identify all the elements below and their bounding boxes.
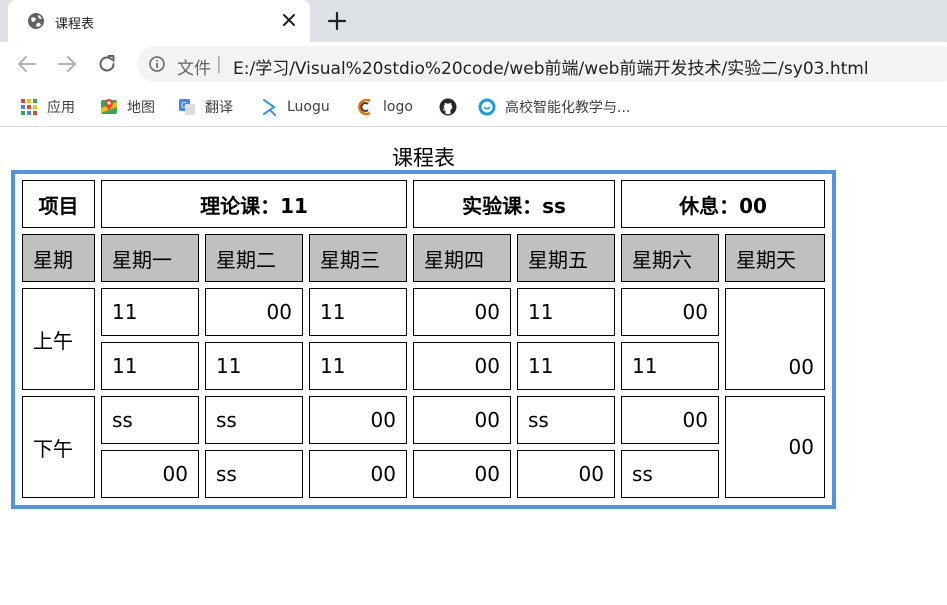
globe-icon bbox=[28, 13, 44, 29]
schedule-cell: ss bbox=[205, 450, 303, 498]
page-title: 课程表 bbox=[392, 146, 455, 170]
reload-icon[interactable] bbox=[96, 53, 118, 75]
page-content: 课程表 项目 理论课：11 实验课：ss 休息：00 星期 星期一 星期二 星期… bbox=[0, 128, 947, 605]
address-separator: | bbox=[216, 54, 222, 74]
schedule-cell: 11 bbox=[309, 288, 407, 336]
schedule-cell: 00 bbox=[205, 288, 303, 336]
translate-icon: G bbox=[179, 99, 195, 115]
bookmark-label: logo bbox=[383, 99, 413, 115]
logo-icon bbox=[358, 98, 371, 116]
schedule-table: 项目 理论课：11 实验课：ss 休息：00 星期 星期一 星期二 星期三 星期… bbox=[11, 170, 836, 509]
morning-label-cell: 上午 bbox=[22, 288, 95, 390]
schedule-cell: 00 bbox=[413, 450, 511, 498]
header-lab-cell: 实验课：ss bbox=[413, 180, 615, 228]
schedule-cell: 11 bbox=[517, 342, 615, 390]
weekday-cell: 星期二 bbox=[205, 234, 303, 282]
apps-grid-icon bbox=[21, 99, 37, 115]
weekday-cell: 星期一 bbox=[101, 234, 199, 282]
bookmark-translate[interactable]: G 翻译 bbox=[178, 96, 233, 118]
schedule-cell: 00 bbox=[309, 450, 407, 498]
afternoon-label-cell: 下午 bbox=[22, 396, 95, 498]
tab-strip: 课程表 bbox=[0, 0, 947, 42]
bookmark-maps[interactable]: 地图 bbox=[100, 96, 155, 118]
schedule-cell: 00 bbox=[517, 450, 615, 498]
schedule-cell: 00 bbox=[413, 288, 511, 336]
schedule-cell: 00 bbox=[413, 342, 511, 390]
schedule-cell: ss bbox=[621, 450, 719, 498]
info-icon[interactable] bbox=[149, 56, 165, 72]
forward-arrow-icon[interactable] bbox=[56, 53, 78, 75]
security-label: 文件 bbox=[177, 59, 211, 79]
schedule-cell: 11 bbox=[101, 288, 199, 336]
schedule-cell: 11 bbox=[517, 288, 615, 336]
close-icon[interactable] bbox=[280, 11, 298, 29]
github-icon bbox=[439, 98, 457, 116]
schedule-cell: 11 bbox=[621, 342, 719, 390]
weekday-cell: 星期六 bbox=[621, 234, 719, 282]
header-theory-cell: 理论课：11 bbox=[101, 180, 407, 228]
weekday-cell: 星期四 bbox=[413, 234, 511, 282]
bookmark-label: 地图 bbox=[127, 100, 155, 116]
bookmark-label: Luogu bbox=[287, 99, 330, 115]
header-rest-cell: 休息：00 bbox=[621, 180, 825, 228]
header-item-cell: 项目 bbox=[22, 180, 95, 228]
bookmarks-bar: 应用 地图 G 翻译 Luogu logo 高校智能化教学与... bbox=[0, 87, 947, 127]
bookmark-apps[interactable]: 应用 bbox=[20, 96, 75, 118]
bookmark-label: 应用 bbox=[47, 100, 75, 116]
schedule-cell: 11 bbox=[309, 342, 407, 390]
back-arrow-icon[interactable] bbox=[16, 53, 38, 75]
address-bar[interactable]: 文件 | E:/学习/Visual%20stdio%20code/web前端/w… bbox=[137, 46, 947, 82]
weekday-label-cell: 星期 bbox=[22, 234, 95, 282]
bookmark-label: 翻译 bbox=[205, 100, 233, 116]
schedule-cell: 00 bbox=[309, 396, 407, 444]
weekday-cell: 星期三 bbox=[309, 234, 407, 282]
schedule-cell: 11 bbox=[205, 342, 303, 390]
maps-icon bbox=[101, 99, 117, 114]
schedule-cell: 11 bbox=[101, 342, 199, 390]
schedule-cell: ss bbox=[205, 396, 303, 444]
smart-teaching-icon bbox=[478, 98, 496, 116]
bookmark-smart-teaching[interactable]: 高校智能化教学与... bbox=[478, 96, 630, 118]
schedule-cell: 00 bbox=[621, 288, 719, 336]
luogu-icon bbox=[263, 99, 276, 116]
weekday-cell: 星期天 bbox=[725, 234, 825, 282]
browser-toolbar: 文件 | E:/学习/Visual%20stdio%20code/web前端/w… bbox=[0, 42, 947, 87]
schedule-cell: 00 bbox=[621, 396, 719, 444]
schedule-cell: ss bbox=[517, 396, 615, 444]
svg-text:G: G bbox=[181, 101, 187, 110]
schedule-cell: ss bbox=[101, 396, 199, 444]
bookmark-logo[interactable]: logo bbox=[356, 96, 413, 118]
schedule-cell: 00 bbox=[101, 450, 199, 498]
afternoon-sunday-cell: 00 bbox=[725, 396, 825, 498]
bookmark-github[interactable] bbox=[439, 96, 466, 118]
weekday-cell: 星期五 bbox=[517, 234, 615, 282]
browser-tab[interactable]: 课程表 bbox=[8, 0, 310, 42]
schedule-cell: 00 bbox=[413, 396, 511, 444]
url-text[interactable]: E:/学习/Visual%20stdio%20code/web前端/web前端开… bbox=[233, 54, 869, 79]
bookmark-luogu[interactable]: Luogu bbox=[260, 96, 330, 118]
bookmark-label: 高校智能化教学与... bbox=[505, 100, 631, 116]
tab-title: 课程表 bbox=[55, 17, 95, 32]
morning-sunday-cell: 00 bbox=[725, 288, 825, 390]
new-tab-plus-icon[interactable] bbox=[326, 10, 348, 32]
